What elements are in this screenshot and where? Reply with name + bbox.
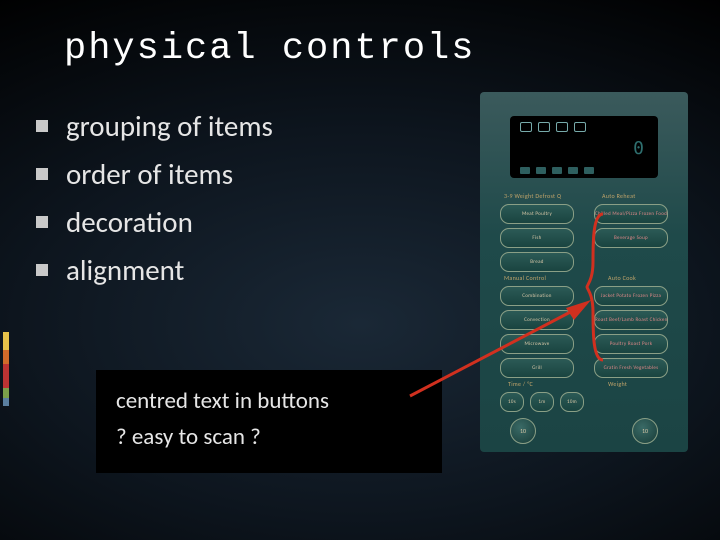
appliance-button: Jacket Potato Frozen Pizza bbox=[594, 286, 668, 306]
appliance-button: Microwave bbox=[500, 334, 574, 354]
callout-line: centred text in buttons bbox=[116, 384, 426, 420]
appliance-button: Bread bbox=[500, 252, 574, 272]
bullet-text: alignment bbox=[66, 252, 184, 288]
section-label: Weight bbox=[608, 380, 627, 388]
appliance-button: Poultry Roast Pork bbox=[594, 334, 668, 354]
bottom-round-row: 10 10 bbox=[510, 418, 658, 444]
accent-stripes bbox=[3, 332, 9, 406]
appliance-button: Chilled Meal/Pizza Frozen Food bbox=[594, 204, 668, 224]
bullet-marker-icon bbox=[36, 120, 48, 132]
page-title: physical controls bbox=[64, 28, 475, 70]
appliance-button: Combination bbox=[500, 286, 574, 306]
appliance-button: Convection bbox=[500, 310, 574, 330]
appliance-button: Meat Poultry bbox=[500, 204, 574, 224]
section-label: Auto Cook bbox=[608, 274, 636, 282]
section-label: Manual Control bbox=[504, 274, 546, 282]
section-label: Auto Reheat bbox=[602, 192, 636, 200]
bottom-small-row: 10s 1m 10m bbox=[500, 392, 584, 412]
appliance-button: 1m bbox=[530, 392, 554, 412]
section-label: 3-9 Weight Defrost Q bbox=[504, 192, 561, 200]
appliance-button: Fish bbox=[500, 228, 574, 248]
appliance-panel-image: 0 3-9 Weight Defrost Q Auto Reheat Meat … bbox=[480, 92, 688, 452]
bullet-text: order of items bbox=[66, 156, 233, 192]
list-item: alignment bbox=[36, 252, 446, 288]
button-group-right-top: Chilled Meal/Pizza Frozen Food Beverage … bbox=[594, 204, 668, 248]
callout-line: ? easy to scan ? bbox=[116, 420, 426, 456]
appliance-round-button: 10 bbox=[510, 418, 536, 444]
list-item: decoration bbox=[36, 204, 446, 240]
button-group-right-mid: Jacket Potato Frozen Pizza Roast Beef/La… bbox=[594, 286, 668, 378]
bullet-text: grouping of items bbox=[66, 108, 273, 144]
bullet-text: decoration bbox=[66, 204, 193, 240]
bullet-marker-icon bbox=[36, 168, 48, 180]
button-group-left-top: Meat Poultry Fish Bread bbox=[500, 204, 574, 272]
panel-display: 0 bbox=[510, 116, 658, 178]
callout-box: centred text in buttons ? easy to scan ? bbox=[96, 370, 442, 473]
slide: physical controls grouping of items orde… bbox=[0, 0, 720, 540]
appliance-button: Beverage Soup bbox=[594, 228, 668, 248]
bullet-marker-icon bbox=[36, 216, 48, 228]
display-top-icons bbox=[520, 122, 586, 132]
appliance-button: 10m bbox=[560, 392, 584, 412]
bullet-marker-icon bbox=[36, 264, 48, 276]
appliance-button: 10s bbox=[500, 392, 524, 412]
appliance-button: Gratin Fresh Vegetables bbox=[594, 358, 668, 378]
appliance-round-button: 10 bbox=[632, 418, 658, 444]
display-bottom-icons bbox=[520, 167, 594, 174]
appliance-button: Roast Beef/Lamb Roast Chicken bbox=[594, 310, 668, 330]
list-item: grouping of items bbox=[36, 108, 446, 144]
appliance-button: Grill bbox=[500, 358, 574, 378]
display-digit: 0 bbox=[633, 138, 644, 159]
section-label: Time / °C bbox=[508, 380, 533, 388]
button-group-left-mid: Combination Convection Microwave Grill bbox=[500, 286, 574, 378]
bullet-list: grouping of items order of items decorat… bbox=[36, 108, 446, 300]
list-item: order of items bbox=[36, 156, 446, 192]
